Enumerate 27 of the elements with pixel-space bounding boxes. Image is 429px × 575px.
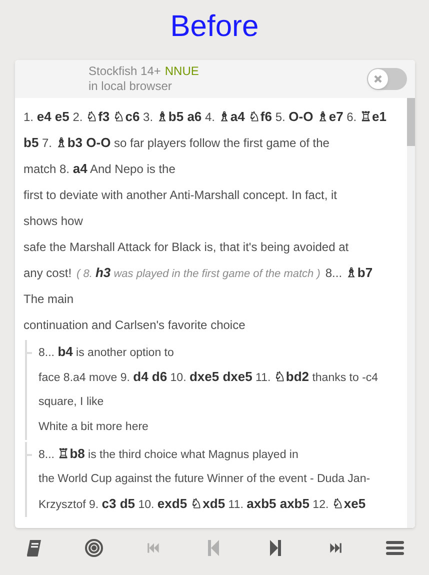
page-title: Before [170,9,259,45]
move-text: 8... ♗b7 [325,264,373,282]
menu-icon[interactable] [384,538,405,558]
engine-name: Stockfish 14+ [88,64,161,79]
book-icon[interactable] [24,538,44,558]
variation-text: Krzysztof 9. c3 d5 10. exd5 ♘xd5 11. axb5 axb5 12. ♘xe5 [38,495,366,514]
variation-text: square, I like [38,394,104,410]
move-text: first to deviate with another Anti-Marshall concept. In fact, it [24,187,337,204]
variation-text: White a bit more here [38,420,148,435]
move-text: 1. e4 e5 2. ♘f3 ♘c6 3. ♗b5 a6 4. ♗a4 ♘f6 5. O-O ♗e7 6. ♖e1 [24,108,386,126]
move-text: any cost! [24,265,72,282]
variation-text: 8... ♖b8 is the third choice what Magnus played in [38,445,298,464]
engine-location: in local browser [88,79,173,94]
move-text: shows how [24,213,83,230]
move-text: continuation and Carlsen's favorite choice [24,317,246,334]
move-text: The main [24,291,74,308]
move-text: match 8. a4 And Nepo is the [24,160,176,178]
variation-text: face 8.a4 move 9. d4 d6 10. dxe5 dxe5 11. ♘bd2 thanks to -c4 [38,368,378,386]
move-text: safe the Marshall Attack for Black is, that it's being avoided at [24,239,349,256]
variation-comment: ( 8. h3 was played in the first game of the match ) [76,264,320,282]
target-icon[interactable] [84,538,104,558]
variation-text: 8... b4 is another option to [38,343,174,362]
engine-toggle[interactable] [366,68,406,90]
engine-label: NNUE [164,64,199,79]
move-text: b5 7. ♗b3 O-O so far players follow the first game of the [24,134,330,152]
close-icon [372,74,382,84]
variation-text: the World Cup against the future Winner of the event - Duda Jan- [38,472,370,487]
